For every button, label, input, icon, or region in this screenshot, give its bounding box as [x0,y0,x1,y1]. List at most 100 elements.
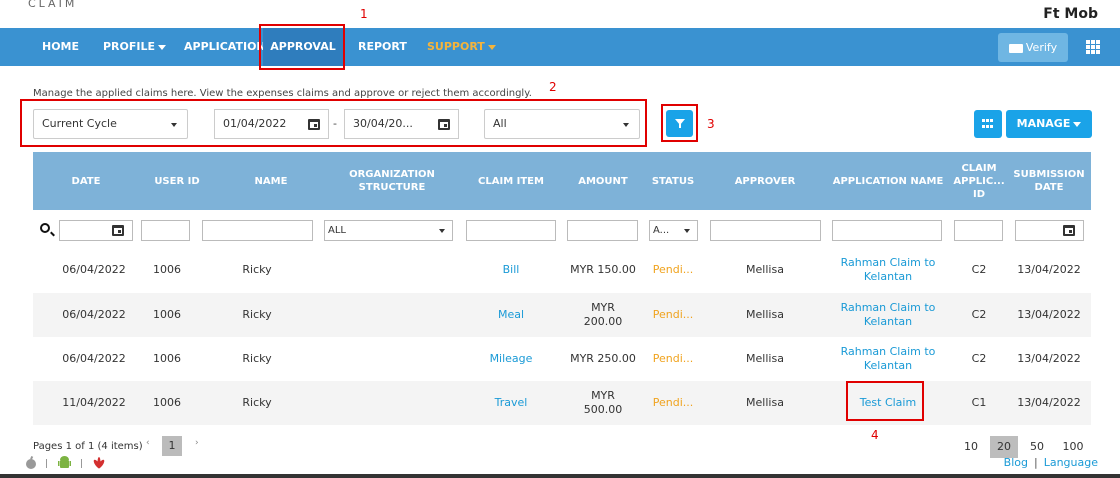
col-header-user-id[interactable]: USER ID [139,152,215,210]
cell-submission: 13/04/2022 [1017,263,1081,276]
nav-support[interactable]: SUPPORT [427,28,496,66]
main-navbar: HOME PROFILE APPLICATION APPROVAL REPORT… [0,28,1120,66]
annotation-4: 4 [871,428,879,442]
language-link[interactable]: Language [1044,456,1098,469]
cell-amount: MYR 200.00 [583,301,623,328]
footer-divider [46,459,47,468]
cell-claim-item-link[interactable]: Mileage [457,337,565,381]
status-filter-value: A... [653,225,670,236]
cell-amount: MYR 250.00 [570,352,636,365]
nav-home[interactable]: HOME [42,28,79,66]
nav-application[interactable]: APPLICATION [184,28,266,66]
app-store-icons [26,455,105,469]
col-header-status[interactable]: STATUS [641,152,705,210]
col-header-claim-item[interactable]: CLAIM ITEM [457,152,565,210]
cell-app-name-link[interactable]: Rahman Claim to Kelantan [833,293,943,337]
table-row[interactable]: 06/04/2022 1006 Ricky Meal MYR 200.00 Pe… [33,293,1091,337]
submission-filter-input[interactable] [1015,220,1084,241]
pager-info: Pages 1 of 1 (4 items) [33,441,143,452]
cell-amount: MYR 150.00 [570,263,636,276]
huawei-icon[interactable] [92,457,105,469]
cell-approver: Mellisa [746,396,784,409]
cell-name: Ricky [242,308,272,321]
cell-claim-item-link[interactable]: Bill [457,248,565,292]
cell-claim-item-link[interactable]: Meal [457,293,565,337]
bottom-bar [0,474,1120,478]
col-header-org[interactable]: ORGANIZATION STRUCTURE [327,152,457,210]
chevron-down-icon [487,44,496,50]
col-header-amount[interactable]: AMOUNT [565,152,641,210]
pager-next-button[interactable]: › [195,438,199,448]
highlight-box-approval [259,24,345,70]
cell-status: Pendi... [652,396,694,409]
table-filter-row: ALL A... [33,210,1091,250]
status-filter-select[interactable]: A... [649,220,698,241]
cell-name: Ricky [242,396,272,409]
org-filter-value: ALL [328,225,346,236]
manage-button[interactable]: MANAGE [1006,110,1092,138]
nav-report[interactable]: REPORT [358,28,407,66]
verify-button[interactable]: Verify [998,33,1068,62]
table-row[interactable]: 06/04/2022 1006 Ricky Bill MYR 150.00 Pe… [33,248,1091,292]
col-header-approver[interactable]: APPROVER [705,152,825,210]
cell-app-name-link[interactable]: Rahman Claim to Kelantan [833,337,943,381]
blog-link[interactable]: Blog [1004,456,1028,469]
table-row[interactable]: 11/04/2022 1006 Ricky Travel MYR 500.00 … [33,381,1091,425]
annotation-3: 3 [707,117,715,131]
user-id-filter-input[interactable] [141,220,190,241]
apple-icon[interactable] [26,455,36,469]
highlight-box-filters [20,99,647,147]
android-icon[interactable] [58,456,71,468]
highlight-box-filter-button [661,104,698,142]
date-filter-input[interactable] [59,220,133,241]
page-size-20[interactable]: 20 [990,436,1018,458]
cell-user-id: 1006 [153,263,181,276]
chevron-down-icon [158,44,167,50]
name-filter-input[interactable] [202,220,313,241]
cell-date: 06/04/2022 [62,308,126,321]
cell-date: 06/04/2022 [62,352,126,365]
cell-claim-app-id: C2 [971,352,987,365]
claim-app-id-filter-input[interactable] [954,220,1003,241]
cell-claim-item-link[interactable]: Travel [457,381,565,425]
column-chooser-button[interactable] [974,110,1002,138]
pager-page-1[interactable]: 1 [162,436,182,456]
amount-filter-input[interactable] [567,220,638,241]
claim-item-filter-input[interactable] [466,220,556,241]
calendar-icon[interactable] [112,225,124,236]
nav-profile[interactable]: PROFILE [103,28,167,66]
cell-approver: Mellisa [746,352,784,365]
cell-user-id: 1006 [153,396,181,409]
approver-filter-input[interactable] [710,220,821,241]
page-size-50[interactable]: 50 [1026,436,1048,458]
apps-grid-icon[interactable] [1086,40,1100,54]
table-header: DATE USER ID NAME ORGANIZATION STRUCTURE… [33,152,1091,210]
col-header-submission[interactable]: SUBMISSION DATE [1007,152,1091,210]
col-header-name[interactable]: NAME [215,152,327,210]
page-size-100[interactable]: 100 [1060,436,1086,458]
calendar-icon[interactable] [1063,225,1075,236]
cell-approver: Mellisa [746,308,784,321]
annotation-2: 2 [549,80,557,94]
col-header-date[interactable]: DATE [33,152,139,210]
chevron-down-icon [684,229,690,233]
cell-status: Pendi... [652,352,694,365]
cell-submission: 13/04/2022 [1017,352,1081,365]
cell-app-name-link[interactable]: Rahman Claim to Kelantan [833,248,943,292]
app-name-filter-input[interactable] [832,220,942,241]
page-size-10[interactable]: 10 [960,436,982,458]
col-header-app-name[interactable]: APPLICATION NAME [825,152,951,210]
col-header-claim-app-id[interactable]: CLAIM APPLIC... ID [951,152,1007,210]
grid-icon [982,119,994,129]
pager-prev-button[interactable]: ‹ [146,438,150,448]
logo-text: CLAIM [28,0,78,10]
footer-link-separator: | [1033,456,1038,469]
org-filter-select[interactable]: ALL [324,220,453,241]
cell-user-id: 1006 [153,352,181,365]
table-row[interactable]: 06/04/2022 1006 Ricky Mileage MYR 250.00… [33,337,1091,381]
cell-org [327,293,457,337]
cell-claim-app-id: C2 [971,308,987,321]
top-strip: CLAIM Ft Mob [0,0,1120,28]
chevron-down-icon [439,229,445,233]
nav-profile-label: PROFILE [103,40,156,53]
